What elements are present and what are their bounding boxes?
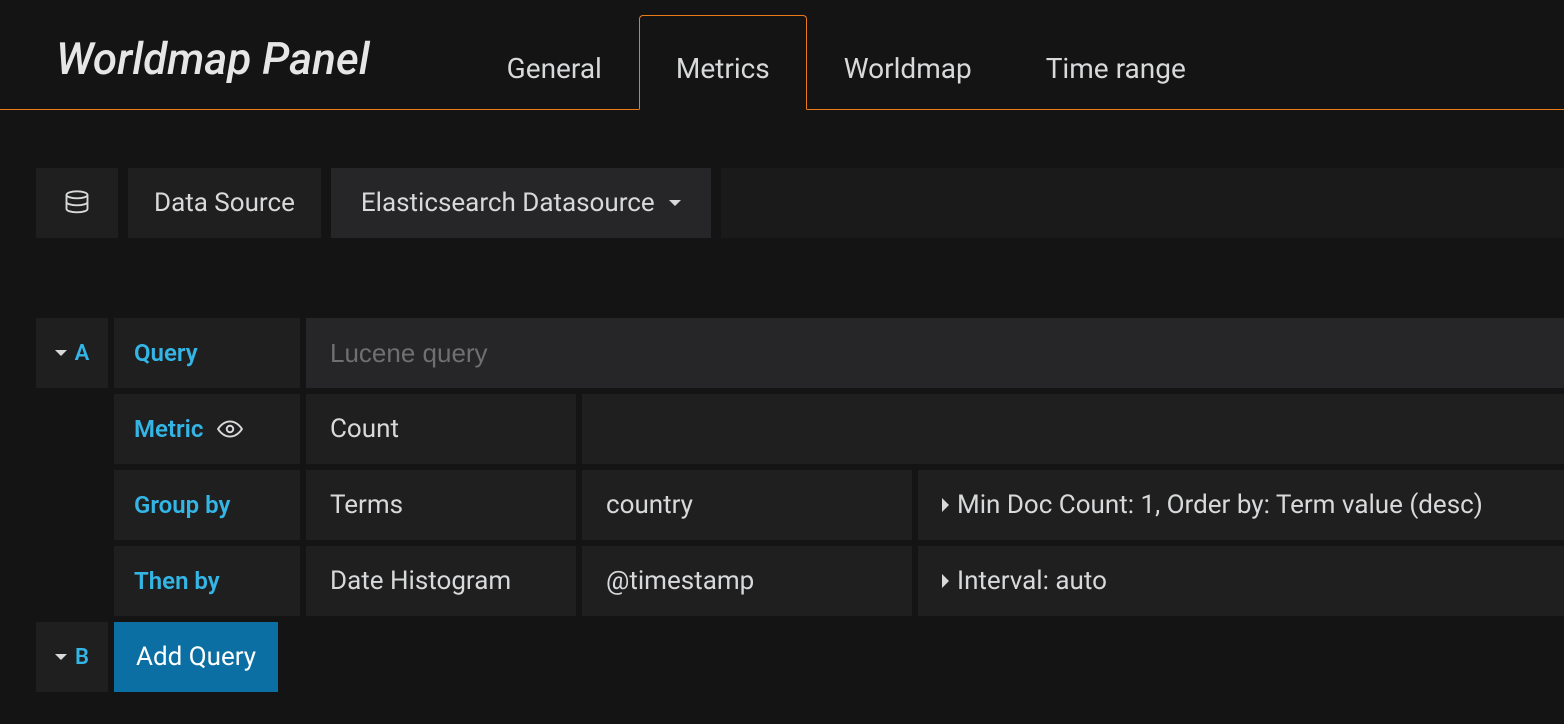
datasource-filler [721,168,1564,238]
tab-general[interactable]: General [470,15,639,109]
caret-down-icon [55,654,67,660]
thenby-type[interactable]: Date Histogram [306,546,576,616]
query-label: Query [114,318,300,388]
tabs: General Metrics Worldmap Time range [470,0,1223,109]
add-query-button[interactable]: Add Query [114,622,278,692]
tab-metrics[interactable]: Metrics [639,15,807,110]
tab-timerange[interactable]: Time range [1009,15,1223,109]
query-b-letter: B [75,645,89,670]
thenby-label: Then by [114,546,300,616]
metric-value[interactable]: Count [306,394,576,464]
caret-right-icon [942,574,949,588]
caret-down-icon [55,350,67,356]
caret-right-icon [942,498,949,512]
metric-label[interactable]: Metric [114,394,300,464]
groupby-label: Group by [114,470,300,540]
lucene-query-input[interactable] [306,318,1564,388]
query-a-letter: A [75,341,90,366]
database-icon [63,189,91,217]
thenby-options[interactable]: Interval: auto [918,546,1564,616]
tab-worldmap[interactable]: Worldmap [807,15,1009,109]
metrics-content: Data Source Elasticsearch Datasource A Q… [0,110,1564,692]
groupby-options[interactable]: Min Doc Count: 1, Order by: Term value (… [918,470,1564,540]
datasource-label: Data Source [128,168,321,238]
metric-filler [582,394,1564,464]
groupby-field[interactable]: country [582,470,912,540]
query-a-toggle[interactable]: A [36,318,108,388]
datasource-select[interactable]: Elasticsearch Datasource [331,168,711,238]
datasource-row: Data Source Elasticsearch Datasource [36,168,1564,238]
datasource-selected: Elasticsearch Datasource [361,188,655,218]
query-b-toggle[interactable]: B [36,622,108,692]
eye-icon [217,416,243,442]
panel-title: Worldmap Panel [56,33,370,109]
groupby-type[interactable]: Terms [306,470,576,540]
editor-header: Worldmap Panel General Metrics Worldmap … [0,0,1564,110]
query-a: A Query Metric Count Group by Terms coun… [36,318,1564,692]
datasource-icon-box[interactable] [36,168,118,238]
thenby-field[interactable]: @timestamp [582,546,912,616]
caret-down-icon [669,200,681,206]
